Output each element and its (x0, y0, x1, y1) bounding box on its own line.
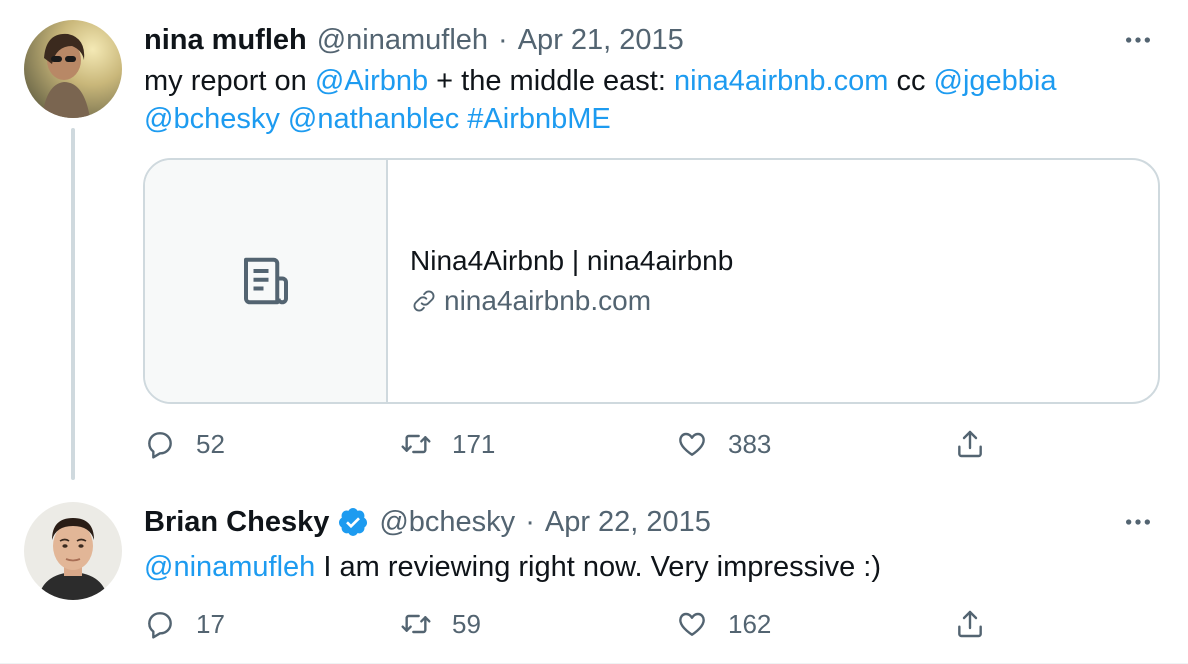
retweet-icon (401, 614, 431, 634)
reply-icon (148, 432, 172, 459)
tweet-bchesky[interactable]: Brian Chesky @bchesky · Apr 22, 2015 @ni… (0, 490, 1188, 664)
like-icon (679, 612, 705, 636)
tweet-ninamufleh[interactable]: nina mufleh @ninamufleh · Apr 21, 2015 m… (0, 0, 1188, 490)
hashtag-airbnbme[interactable]: #AirbnbME (467, 103, 610, 135)
separator-dot: · (525, 506, 535, 538)
tweet-date[interactable]: Apr 22, 2015 (545, 504, 711, 540)
card-title: Nina4Airbnb | nina4airbnb (410, 245, 734, 276)
document-icon (243, 257, 288, 305)
link-icon (413, 290, 435, 312)
mention-airbnb[interactable]: @Airbnb (315, 65, 428, 97)
tweet-text: @ninamufleh I am reviewing right now. Ve… (144, 548, 1144, 586)
avatar-nina-mufleh[interactable] (24, 20, 122, 118)
card-domain-text: nina4airbnb.com (444, 285, 652, 316)
share-icon (958, 610, 982, 638)
card-domain: nina4airbnb.com (410, 281, 733, 321)
url-link[interactable]: nina4airbnb.com (674, 65, 888, 97)
more-icon[interactable] (1120, 22, 1156, 58)
like-count: 383 (728, 428, 772, 459)
reply-button[interactable]: 52 (144, 424, 225, 464)
reply-button[interactable]: 17 (144, 604, 225, 644)
card-thumbnail (145, 160, 388, 402)
retweet-count: 171 (452, 428, 496, 459)
tweet-date[interactable]: Apr 21, 2015 (518, 22, 684, 58)
thread-line (71, 128, 75, 480)
share-icon (958, 430, 982, 458)
share-button[interactable] (954, 604, 986, 644)
author-handle[interactable]: @ninamufleh (317, 22, 488, 58)
like-count: 162 (728, 608, 772, 639)
mention-nathanblec[interactable]: @nathanblec (288, 103, 459, 135)
like-icon (679, 432, 705, 456)
like-button[interactable]: 162 (676, 604, 771, 644)
author-handle[interactable]: @bchesky (379, 504, 515, 540)
retweet-button[interactable]: 171 (400, 424, 495, 464)
text-plain: cc (888, 65, 934, 97)
text-space (280, 103, 288, 135)
separator-dot: · (498, 24, 508, 56)
retweet-button[interactable]: 59 (400, 604, 481, 644)
mention-ninamufleh[interactable]: @ninamufleh (144, 551, 315, 583)
card-body: Nina4Airbnb | nina4airbnb nina4airbnb.co… (388, 160, 733, 402)
like-button[interactable]: 383 (676, 424, 771, 464)
author-name[interactable]: nina mufleh (144, 22, 307, 58)
avatar-brian-chesky[interactable] (24, 502, 122, 600)
reply-icon (148, 612, 172, 639)
tweet-header: nina mufleh @ninamufleh · Apr 21, 2015 (144, 22, 684, 58)
text-plain: my report on (144, 65, 315, 97)
text-plain: I am reviewing right now. Very impressiv… (315, 551, 882, 583)
more-icon[interactable] (1120, 504, 1156, 540)
author-name[interactable]: Brian Chesky (144, 504, 329, 540)
retweet-icon (401, 434, 431, 454)
tweet-header: Brian Chesky @bchesky · Apr 22, 2015 (144, 504, 711, 540)
mention-bchesky[interactable]: @bchesky (144, 103, 280, 135)
share-button[interactable] (954, 424, 986, 464)
link-card[interactable]: Nina4Airbnb | nina4airbnb nina4airbnb.co… (143, 158, 1160, 404)
tweet-actions: 52 171 383 (144, 424, 1044, 464)
reply-count: 52 (196, 428, 225, 459)
retweet-count: 59 (452, 608, 481, 639)
tweet-text: my report on @Airbnb + the middle east: … (144, 62, 1144, 138)
mention-jgebbia[interactable]: @jgebbia (934, 65, 1057, 97)
text-plain: + the middle east: (428, 65, 674, 97)
verified-badge-icon (337, 506, 369, 538)
reply-count: 17 (196, 608, 225, 639)
tweet-actions: 17 59 162 (144, 604, 1044, 644)
